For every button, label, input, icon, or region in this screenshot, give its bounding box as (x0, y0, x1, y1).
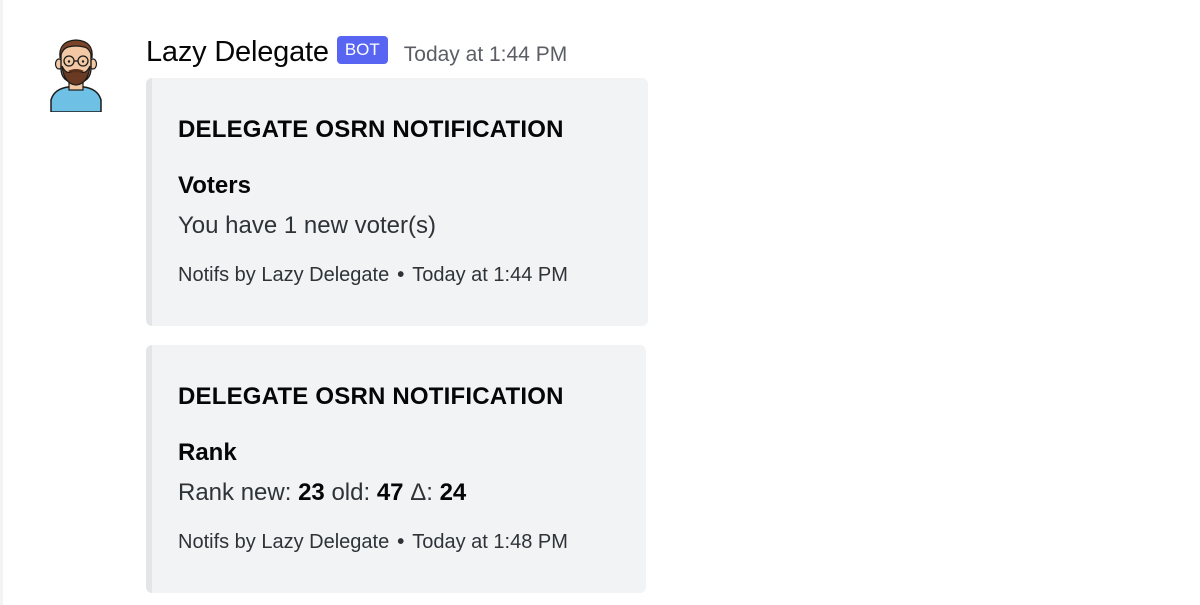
rank-new-label: Rank new: (178, 479, 292, 506)
embed-footer-text: Notifs by Lazy Delegate (178, 531, 390, 553)
rank-old-value: 47 (376, 479, 404, 506)
embed-voters: DELEGATE OSRN NOTIFICATION Voters You ha… (146, 78, 648, 326)
embed-footer-time: Today at 1:44 PM (412, 264, 568, 286)
embed-footer-time: Today at 1:48 PM (412, 531, 568, 553)
avatar[interactable] (46, 36, 106, 113)
embed-rank: DELEGATE OSRN NOTIFICATION Rank Rank new… (146, 345, 646, 593)
chat-message: Lazy Delegate BOT Today at 1:44 PM DELEG… (0, 0, 1200, 605)
author-username[interactable]: Lazy Delegate (146, 36, 329, 69)
embed-footer: Notifs by Lazy Delegate • Today at 1:48 PM (178, 531, 568, 554)
embed-field-value-rank: Rank new: 23 old: 47 Δ: 24 (178, 479, 466, 507)
embed-field-name: Rank (178, 439, 237, 466)
rank-old-label: old: (331, 479, 371, 506)
message-timestamp[interactable]: Today at 1:44 PM (404, 43, 567, 67)
rank-new-value: 23 (298, 479, 325, 506)
footer-separator: • (397, 264, 405, 286)
bot-tag-badge: BOT (336, 36, 388, 64)
embed-footer-text: Notifs by Lazy Delegate (178, 264, 390, 286)
embed-title: DELEGATE OSRN NOTIFICATION (178, 116, 564, 143)
rank-delta-label: Δ: (410, 479, 433, 506)
bearded-man-avatar-icon (50, 39, 102, 113)
embed-footer: Notifs by Lazy Delegate • Today at 1:44 PM (178, 264, 568, 287)
footer-separator: • (397, 531, 405, 553)
embed-field-value: You have 1 new voter(s) (178, 212, 436, 239)
message-header: Lazy Delegate BOT Today at 1:44 PM (146, 32, 567, 72)
embed-field-name: Voters (178, 172, 251, 199)
rank-delta-value: 24 (439, 479, 467, 506)
embed-title: DELEGATE OSRN NOTIFICATION (178, 383, 564, 410)
